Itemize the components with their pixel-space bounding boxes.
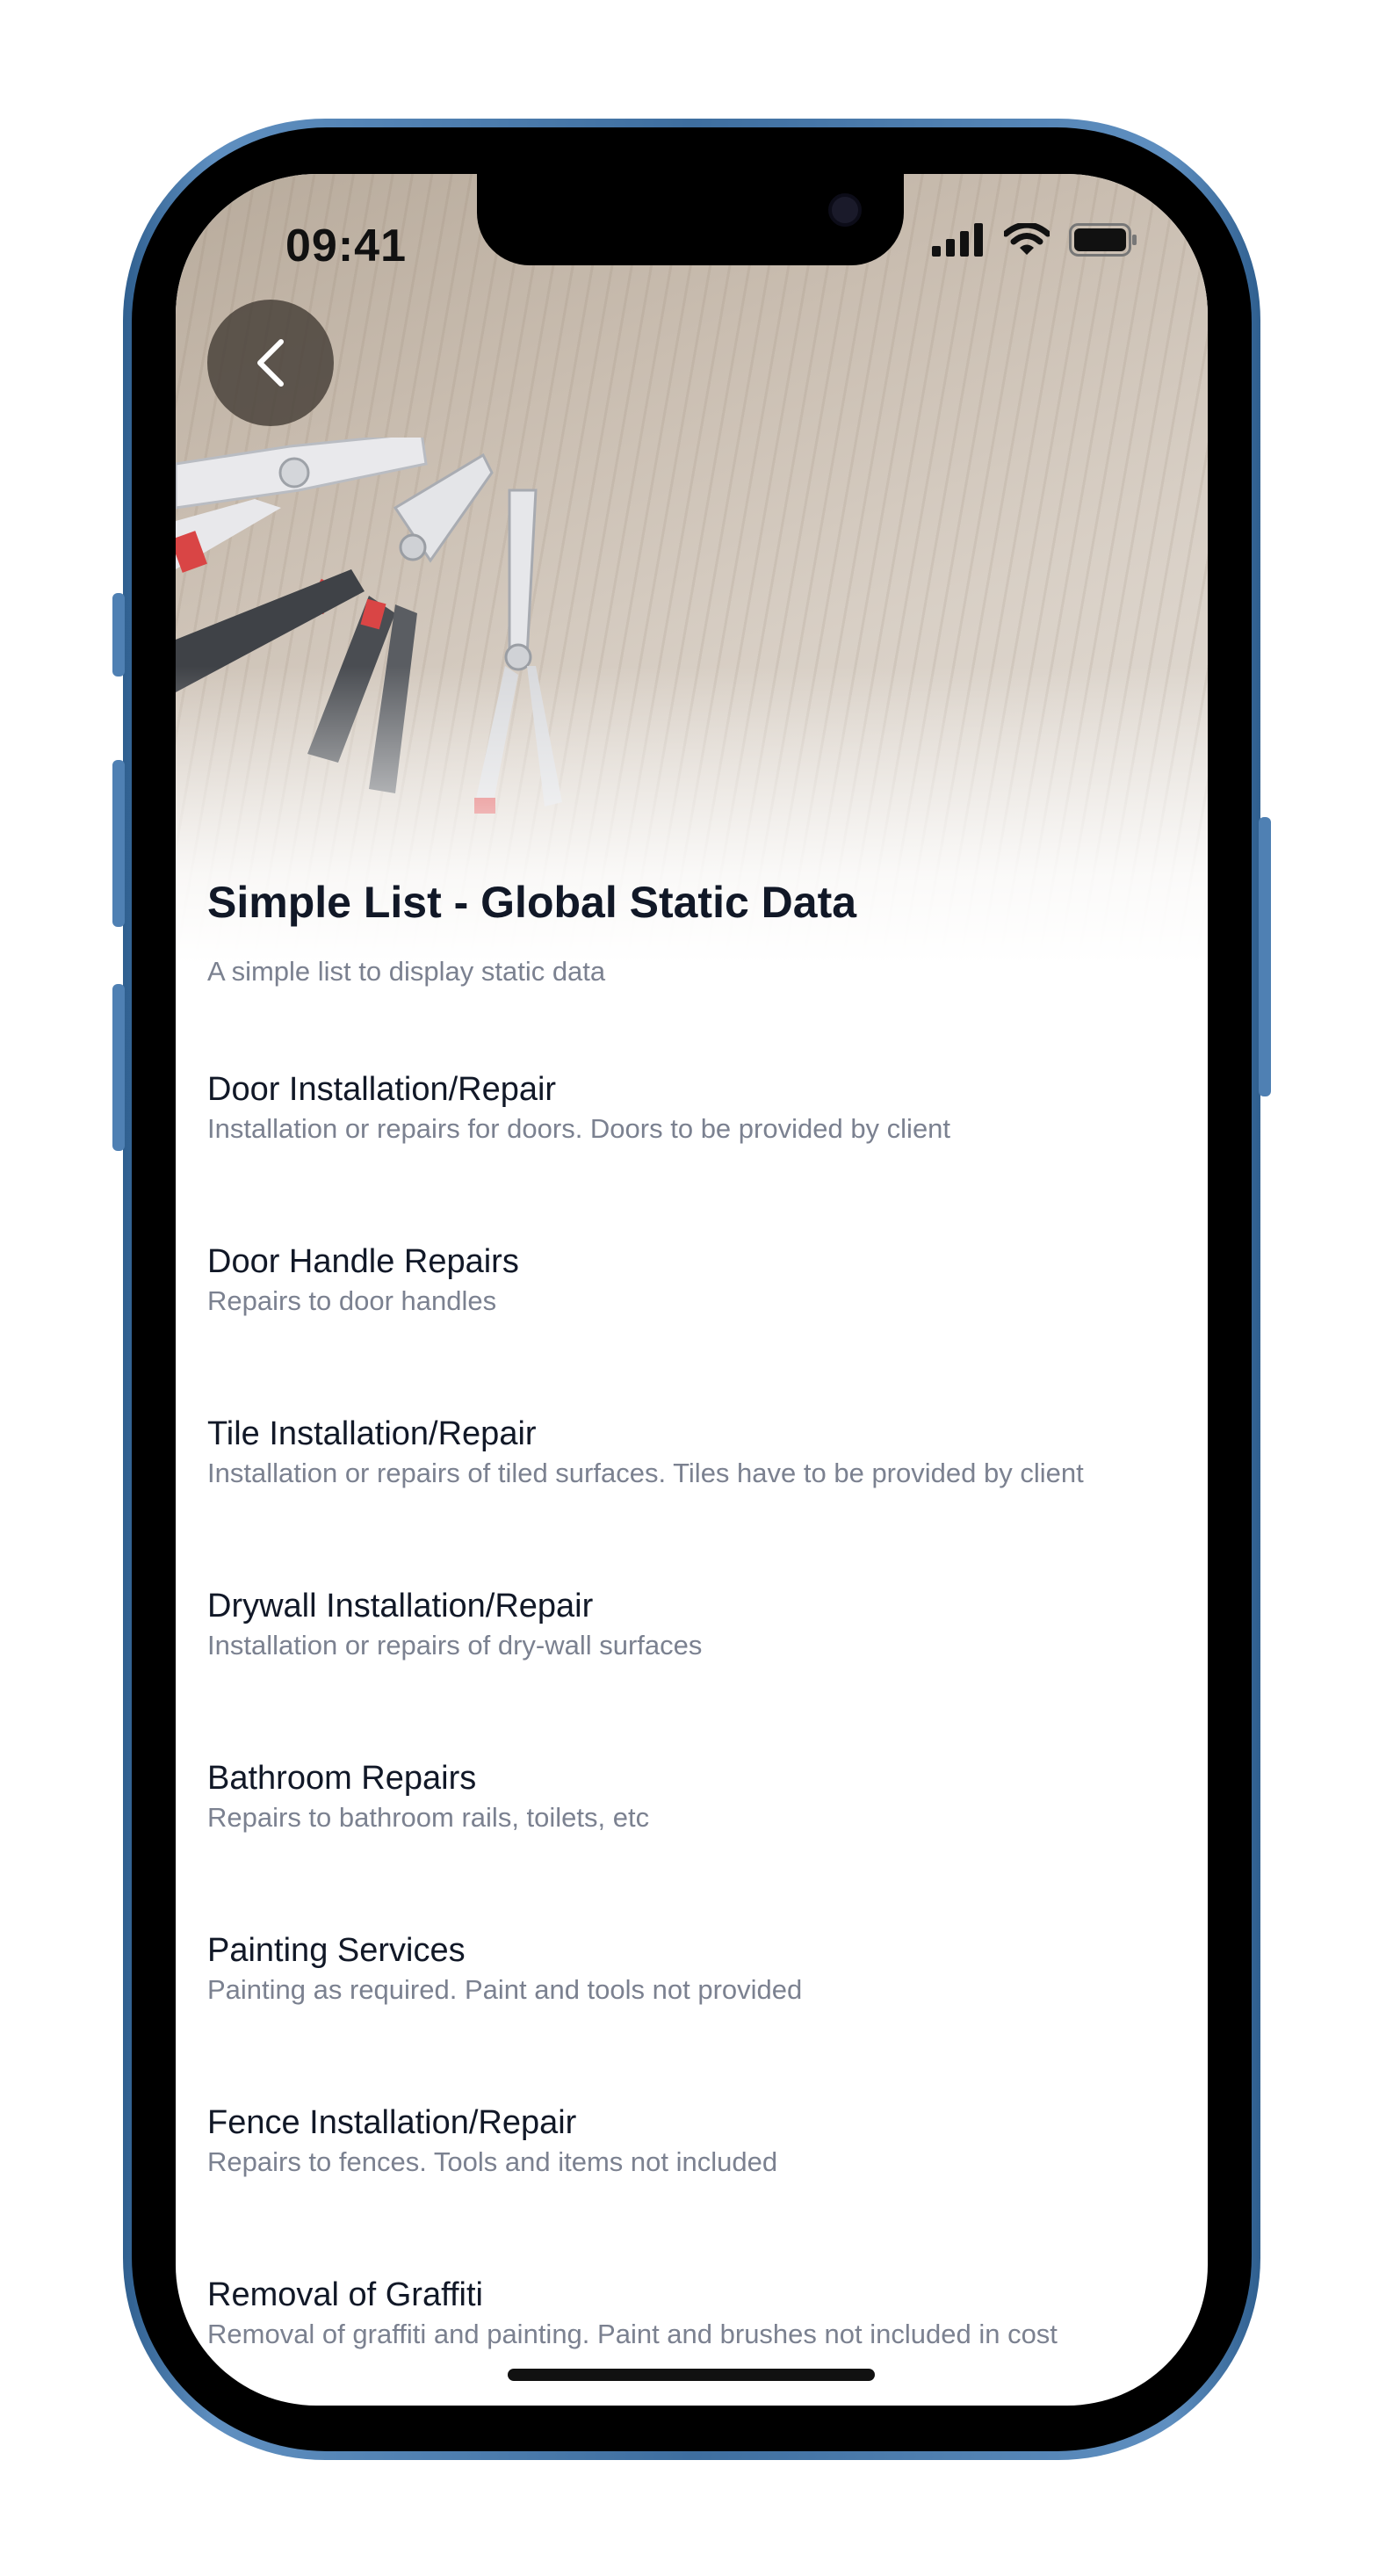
volume-down-button xyxy=(112,984,125,1151)
hero-image xyxy=(176,174,1208,965)
camera xyxy=(828,193,862,227)
volume-up-button xyxy=(112,760,125,927)
power-button xyxy=(1259,817,1271,1096)
item-title: Door Installation/Repair xyxy=(207,1071,557,1108)
home-indicator[interactable] xyxy=(508,2369,875,2381)
back-button[interactable] xyxy=(207,300,334,426)
list-item[interactable]: Tile Installation/Repair Installation or… xyxy=(207,1413,1182,1585)
list-item[interactable]: Removal of Graffiti Removal of graffiti … xyxy=(207,2274,1182,2406)
item-description: Painting as required. Paint and tools no… xyxy=(207,1974,803,2005)
item-title: Fence Installation/Repair xyxy=(207,2104,577,2141)
item-description: Removal of graffiti and painting. Paint … xyxy=(207,2319,1058,2349)
item-title: Removal of Graffiti xyxy=(207,2276,483,2313)
item-list: Door Installation/Repair Installation or… xyxy=(207,1068,1182,2406)
list-item[interactable]: Drywall Installation/Repair Installation… xyxy=(207,1585,1182,1757)
screen: 09:41 Simple List - Global Static Data A… xyxy=(176,174,1208,2406)
item-description: Repairs to bathroom rails, toilets, etc xyxy=(207,1802,650,1833)
page-title: Simple List - Global Static Data xyxy=(207,878,857,927)
battery-icon xyxy=(1069,223,1137,257)
item-description: Repairs to door handles xyxy=(207,1285,497,1316)
item-description: Repairs to fences. Tools and items not i… xyxy=(207,2146,778,2177)
status-icons xyxy=(932,223,1137,257)
item-title: Painting Services xyxy=(207,1932,466,1969)
list-item[interactable]: Door Installation/Repair Installation or… xyxy=(207,1068,1182,1241)
chevron-left-icon xyxy=(257,339,284,387)
item-title: Drywall Installation/Repair xyxy=(207,1588,594,1624)
list-item[interactable]: Fence Installation/Repair Repairs to fen… xyxy=(207,2102,1182,2274)
item-description: Installation or repairs of tiled surface… xyxy=(207,1458,1084,1488)
list-item[interactable]: Bathroom Repairs Repairs to bathroom rai… xyxy=(207,1757,1182,1929)
item-title: Bathroom Repairs xyxy=(207,1760,477,1797)
status-time: 09:41 xyxy=(285,221,407,271)
item-title: Tile Installation/Repair xyxy=(207,1415,537,1452)
notch xyxy=(477,174,904,265)
mute-switch xyxy=(112,593,125,677)
list-item[interactable]: Painting Services Painting as required. … xyxy=(207,1929,1182,2102)
page-subtitle: A simple list to display static data xyxy=(207,956,606,987)
item-description: Installation or repairs for doors. Doors… xyxy=(207,1113,951,1144)
signal-icon xyxy=(932,223,983,257)
wifi-icon xyxy=(1004,223,1050,255)
item-description: Installation or repairs of dry-wall surf… xyxy=(207,1630,703,1661)
item-title: Door Handle Repairs xyxy=(207,1243,519,1280)
list-item[interactable]: Door Handle Repairs Repairs to door hand… xyxy=(207,1241,1182,1413)
